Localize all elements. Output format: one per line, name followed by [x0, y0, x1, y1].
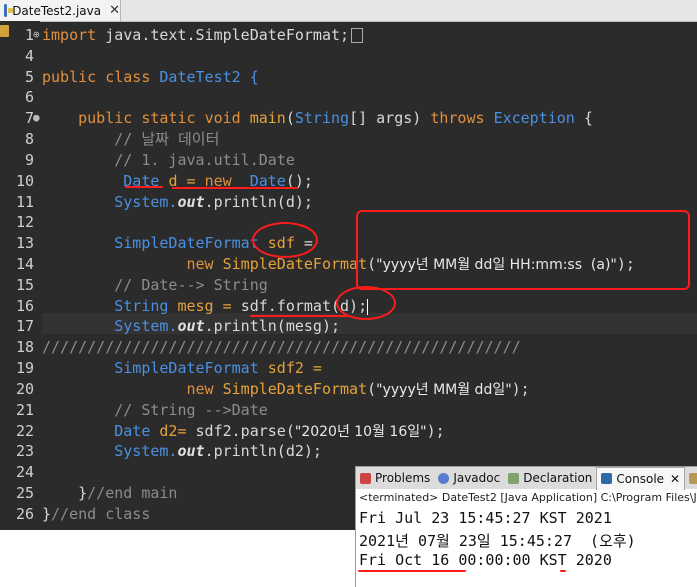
- code-line: Date d2= sdf2.parse("2020년 10월 16일");: [114, 422, 445, 440]
- annotation-circle: [336, 286, 396, 320]
- line-number: 21: [15, 401, 34, 419]
- code-line: }//end class: [42, 505, 151, 523]
- annotation-circle: [252, 222, 318, 258]
- line-number: 25: [15, 484, 34, 502]
- code-editor[interactable]: DateTest2.java ✕ 1 ⊕ 4 5 6 7 ● 8 9 10 11…: [0, 0, 697, 530]
- line-number: 7: [24, 109, 34, 127]
- code-line: System.out.println(d2);: [114, 442, 322, 460]
- line-number-gutter: 1 ⊕ 4 5 6 7 ● 8 9 10 11 12 13 14 15 16 1…: [0, 21, 40, 530]
- close-icon[interactable]: ✕: [670, 472, 680, 486]
- code-line: String mesg = sdf.format(d);: [114, 297, 369, 315]
- code-line: }//end main: [78, 484, 178, 502]
- code-line: ////////////////////////////////////////…: [42, 338, 521, 356]
- line-number: 18: [15, 338, 34, 356]
- java-file-icon: [4, 4, 14, 17]
- tab-label: DateTest2.java: [12, 3, 102, 18]
- code-line: System.out.println(d);: [114, 193, 313, 211]
- code-line: public static void main(String[] args) t…: [78, 109, 593, 127]
- annotation-box: [356, 210, 690, 290]
- console-output-line: 2021년 07월 23일 15:45:27 (오후): [359, 532, 636, 550]
- problems-icon: [360, 472, 371, 484]
- line-number: 6: [24, 88, 34, 106]
- line-number: 24: [15, 463, 34, 481]
- line-number: 11: [15, 193, 34, 211]
- tab-problems[interactable]: Problems: [356, 467, 434, 489]
- line-number: 26: [15, 505, 34, 523]
- line-number: 9: [24, 151, 34, 169]
- line-number: 4: [24, 47, 34, 65]
- line-number: 22: [15, 422, 34, 440]
- collapsed-imports-icon[interactable]: [351, 28, 364, 43]
- tab-datetest2[interactable]: DateTest2.java ✕: [0, 0, 121, 21]
- line-number: 12: [15, 213, 34, 231]
- code-line: // 날짜 데이터: [114, 130, 220, 148]
- console-output-line: Fri Jul 23 15:45:27 KST 2021: [359, 509, 612, 527]
- line-number: 19: [15, 359, 34, 377]
- line-number: 5: [24, 68, 34, 86]
- tab-declaration[interactable]: Declaration: [504, 467, 596, 489]
- code-line: SimpleDateFormat sdf2 =: [114, 359, 322, 377]
- line-number: 1: [24, 26, 34, 44]
- code-line: import java.text.SimpleDateFormat;: [42, 25, 364, 46]
- line-number: 14: [15, 255, 34, 273]
- declaration-icon: [508, 472, 520, 484]
- console-tab-bar: Problems Javadoc Declaration Console ✕: [356, 467, 697, 490]
- annotation-mark: [560, 570, 566, 572]
- view-menu-icon: [689, 472, 697, 484]
- annotation-underline: [125, 186, 163, 188]
- tab-javadoc[interactable]: Javadoc: [434, 467, 504, 489]
- line-number: 16: [15, 297, 34, 315]
- console-panel[interactable]: Problems Javadoc Declaration Console ✕ <t…: [355, 466, 697, 587]
- code-line: public class DateTest2 {: [42, 68, 259, 86]
- console-icon: [601, 473, 613, 484]
- line-number: 17: [15, 317, 34, 335]
- line-number: 13: [15, 234, 34, 252]
- annotation-underline: [358, 570, 466, 572]
- code-line: // String -->Date: [114, 401, 268, 419]
- line-number: 10: [15, 172, 34, 190]
- line-number: 8: [24, 130, 34, 148]
- console-output-line: Fri Oct 16 00:00:00 KST 2020: [359, 551, 612, 569]
- annotation-underline: [250, 315, 350, 317]
- line-number: 23: [15, 442, 34, 460]
- line-number: 20: [15, 380, 34, 398]
- code-line: System.out.println(mesg);: [114, 317, 341, 335]
- code-line: new SimpleDateFormat("yyyy년 MM월 dd일");: [186, 380, 530, 398]
- line-number: 15: [15, 276, 34, 294]
- fold-icon[interactable]: ⊕: [33, 25, 40, 46]
- breakpoint-dot-icon[interactable]: ●: [33, 108, 40, 129]
- code-line: // Date--> String: [114, 276, 268, 294]
- editor-tab-bar: DateTest2.java ✕: [0, 0, 697, 22]
- code-line: // 1. java.util.Date: [114, 151, 295, 169]
- tab-console[interactable]: Console ✕: [596, 467, 686, 490]
- extra-view-button[interactable]: [685, 467, 697, 489]
- close-icon[interactable]: ✕: [109, 3, 120, 18]
- console-status: <terminated> DateTest2 [Java Application…: [359, 491, 697, 504]
- annotation-underline: [172, 187, 298, 189]
- javadoc-icon: [438, 472, 450, 484]
